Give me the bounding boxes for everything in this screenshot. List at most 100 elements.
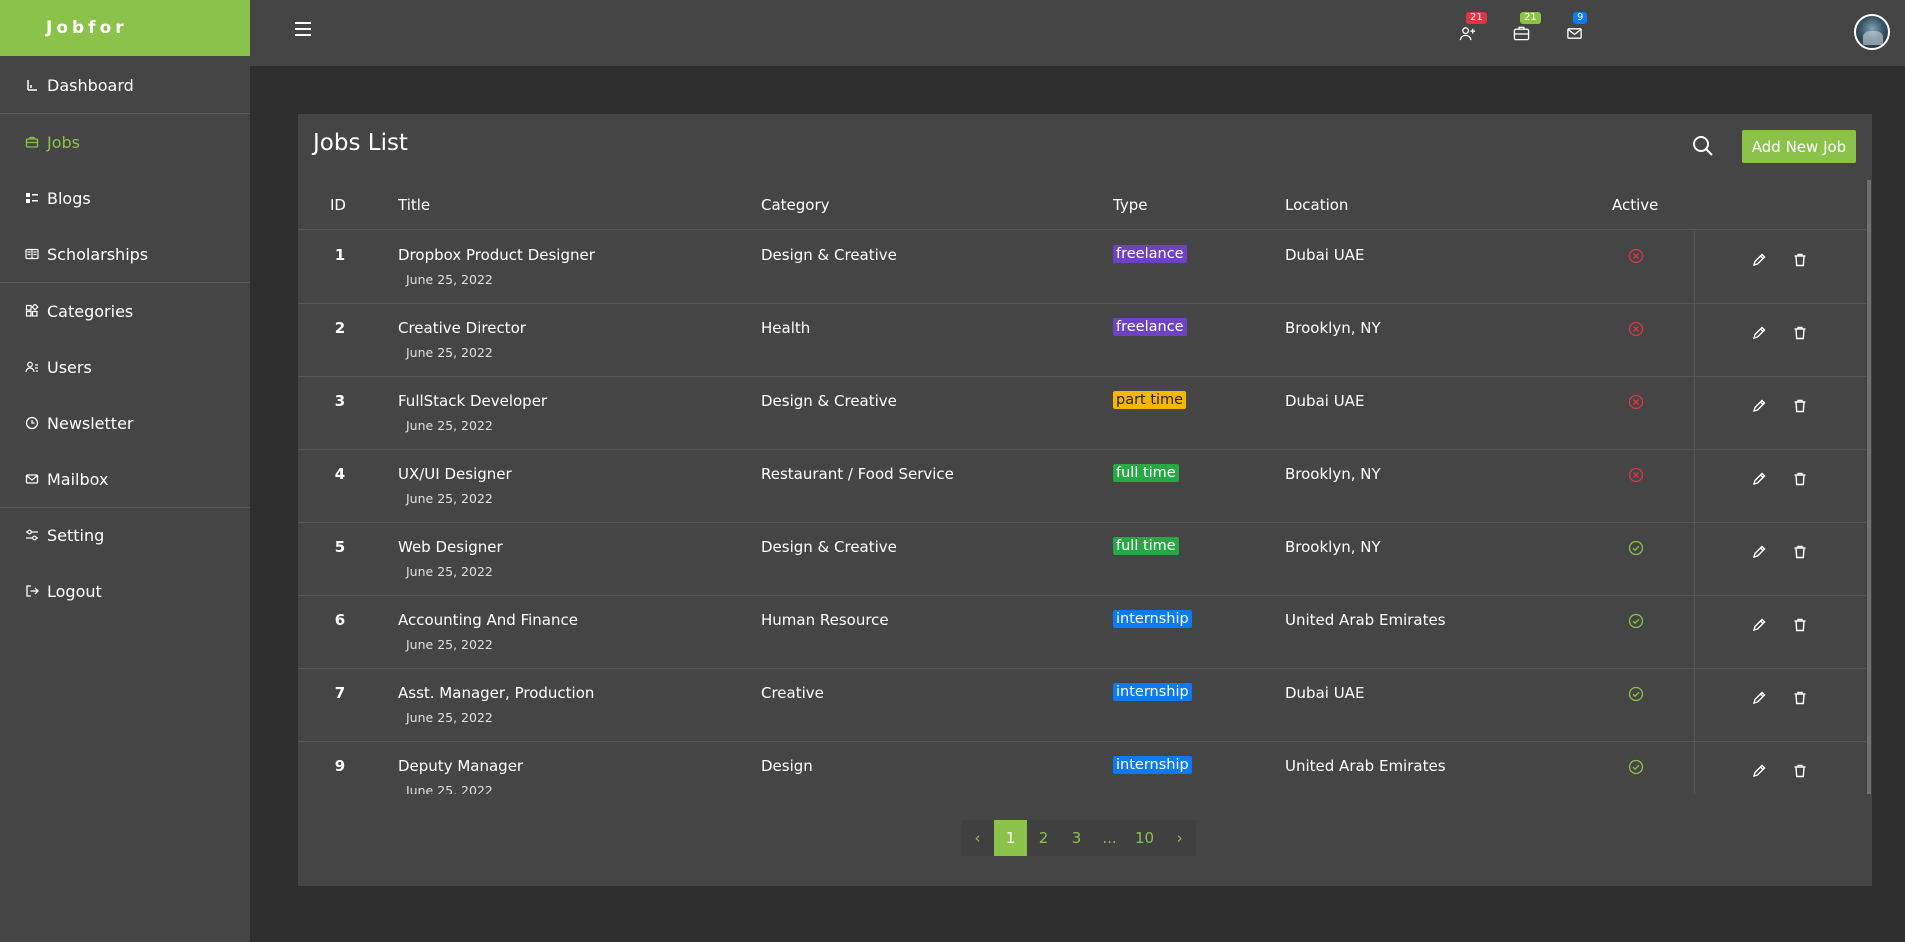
column-divider bbox=[1694, 669, 1695, 742]
sidebar-divider bbox=[0, 282, 250, 283]
sidebar-item-jobs[interactable]: Jobs bbox=[0, 114, 250, 170]
job-title[interactable]: Accounting And Finance bbox=[398, 611, 578, 629]
table-row: 5 Web Designer June 25, 2022 Design & Creat… bbox=[298, 523, 1866, 596]
sidebar-item-categories[interactable]: Categories bbox=[0, 283, 250, 339]
job-category: Health bbox=[761, 319, 811, 337]
active-check-icon[interactable] bbox=[1628, 686, 1644, 702]
delete-icon[interactable] bbox=[1792, 544, 1808, 560]
sidebar-item-mailbox[interactable]: Mailbox bbox=[0, 451, 250, 507]
notification-badge: 21 bbox=[1520, 12, 1541, 24]
chart-icon bbox=[25, 78, 39, 92]
inactive-x-icon[interactable] bbox=[1628, 321, 1644, 337]
header-id: ID bbox=[330, 196, 346, 214]
job-type-badge: freelance bbox=[1113, 245, 1187, 263]
edit-icon[interactable] bbox=[1751, 544, 1767, 560]
header-type: Type bbox=[1113, 196, 1148, 214]
job-title[interactable]: UX/UI Designer bbox=[398, 465, 512, 483]
avatar[interactable] bbox=[1854, 14, 1890, 50]
edit-icon[interactable] bbox=[1751, 617, 1767, 633]
job-type-badge: internship bbox=[1113, 756, 1192, 774]
next-page-button[interactable]: › bbox=[1163, 820, 1197, 856]
list-icon bbox=[25, 191, 39, 205]
delete-icon[interactable] bbox=[1792, 398, 1808, 414]
mail-icon[interactable]: 9 bbox=[1563, 12, 1588, 44]
job-category: Restaurant / Food Service bbox=[761, 465, 954, 483]
table-row: 6 Accounting And Finance June 25, 2022 Huma… bbox=[298, 596, 1866, 669]
brand-logo[interactable]: Jobfor bbox=[0, 0, 250, 56]
table-row: 2 Creative Director June 25, 2022 Health fre… bbox=[298, 304, 1866, 377]
prev-page-button[interactable]: ‹ bbox=[961, 820, 994, 856]
inactive-x-icon[interactable] bbox=[1628, 394, 1644, 410]
job-title[interactable]: Creative Director bbox=[398, 319, 526, 337]
edit-icon[interactable] bbox=[1751, 252, 1767, 268]
job-date: June 25, 2022 bbox=[406, 491, 493, 506]
header-location: Location bbox=[1285, 196, 1349, 214]
edit-icon[interactable] bbox=[1751, 325, 1767, 341]
job-category: Design & Creative bbox=[761, 246, 897, 264]
edit-icon[interactable] bbox=[1751, 763, 1767, 779]
sidebar-item-users[interactable]: Users bbox=[0, 339, 250, 395]
sidebar-item-dashboard[interactable]: Dashboard bbox=[0, 57, 250, 113]
sidebar-item-setting[interactable]: Setting bbox=[0, 507, 250, 563]
job-title[interactable]: Deputy Manager bbox=[398, 757, 523, 775]
page-button-ellipsis[interactable]: ... bbox=[1093, 820, 1126, 856]
delete-icon[interactable] bbox=[1792, 252, 1808, 268]
pagination: ‹ 1 2 3... 10 › bbox=[961, 820, 1197, 856]
add-new-job-button[interactable]: Add New Job bbox=[1742, 130, 1856, 163]
job-title[interactable]: Asst. Manager, Production bbox=[398, 684, 594, 702]
delete-icon[interactable] bbox=[1792, 471, 1808, 487]
book-icon bbox=[25, 247, 39, 261]
search-icon[interactable] bbox=[1691, 134, 1715, 158]
job-location: United Arab Emirates bbox=[1285, 757, 1446, 775]
page-button-2[interactable]: 2 bbox=[1027, 820, 1060, 856]
job-date: June 25, 2022 bbox=[406, 272, 493, 287]
notification-badge: 21 bbox=[1466, 12, 1487, 24]
sidebar-item-logout[interactable]: Logout bbox=[0, 563, 250, 619]
delete-icon[interactable] bbox=[1792, 617, 1808, 633]
job-location: Brooklyn, NY bbox=[1285, 319, 1381, 337]
delete-icon[interactable] bbox=[1792, 690, 1808, 706]
inactive-x-icon[interactable] bbox=[1628, 248, 1644, 264]
column-divider bbox=[1694, 596, 1695, 669]
job-id: 3 bbox=[334, 392, 346, 410]
column-divider bbox=[1694, 523, 1695, 596]
jobs-card: Jobs List Add New Job ID Title Category … bbox=[298, 114, 1872, 886]
job-title[interactable]: Web Designer bbox=[398, 538, 503, 556]
page-button-3[interactable]: 3 bbox=[1060, 820, 1093, 856]
briefcase-icon bbox=[25, 135, 39, 149]
sidebar-item-label: Dashboard bbox=[47, 75, 134, 95]
grid-icon bbox=[25, 304, 39, 318]
job-type-badge: internship bbox=[1113, 683, 1192, 701]
header-category: Category bbox=[761, 196, 830, 214]
sidebar-item-blogs[interactable]: Blogs bbox=[0, 170, 250, 226]
job-id: 9 bbox=[334, 757, 346, 775]
column-divider bbox=[1694, 304, 1695, 377]
job-title[interactable]: Dropbox Product Designer bbox=[398, 246, 595, 264]
sidebar-item-label: Setting bbox=[47, 525, 105, 545]
settings-icon bbox=[25, 528, 39, 542]
job-category: Creative bbox=[761, 684, 824, 702]
page-button-10[interactable]: 10 bbox=[1126, 820, 1164, 856]
scrollbar-thumb[interactable] bbox=[1867, 180, 1871, 794]
column-divider bbox=[1694, 231, 1695, 304]
menu-toggle-icon[interactable] bbox=[295, 22, 311, 36]
job-type-badge: full time bbox=[1113, 537, 1179, 555]
edit-icon[interactable] bbox=[1751, 398, 1767, 414]
inactive-x-icon[interactable] bbox=[1628, 467, 1644, 483]
edit-icon[interactable] bbox=[1751, 471, 1767, 487]
job-title[interactable]: FullStack Developer bbox=[398, 392, 547, 410]
delete-icon[interactable] bbox=[1792, 325, 1808, 341]
edit-icon[interactable] bbox=[1751, 690, 1767, 706]
user-add-icon[interactable]: 21 bbox=[1456, 12, 1487, 44]
active-check-icon[interactable] bbox=[1628, 613, 1644, 629]
delete-icon[interactable] bbox=[1792, 763, 1808, 779]
page-button-1[interactable]: 1 bbox=[994, 820, 1027, 856]
job-id: 7 bbox=[334, 684, 346, 702]
sidebar-item-newsletter[interactable]: Newsletter bbox=[0, 395, 250, 451]
active-check-icon[interactable] bbox=[1628, 540, 1644, 556]
job-id: 6 bbox=[334, 611, 346, 629]
sidebar-item-label: Logout bbox=[47, 581, 102, 601]
sidebar-item-scholarships[interactable]: Scholarships bbox=[0, 226, 250, 282]
briefcase-icon[interactable]: 21 bbox=[1510, 12, 1541, 44]
active-check-icon[interactable] bbox=[1628, 759, 1644, 775]
